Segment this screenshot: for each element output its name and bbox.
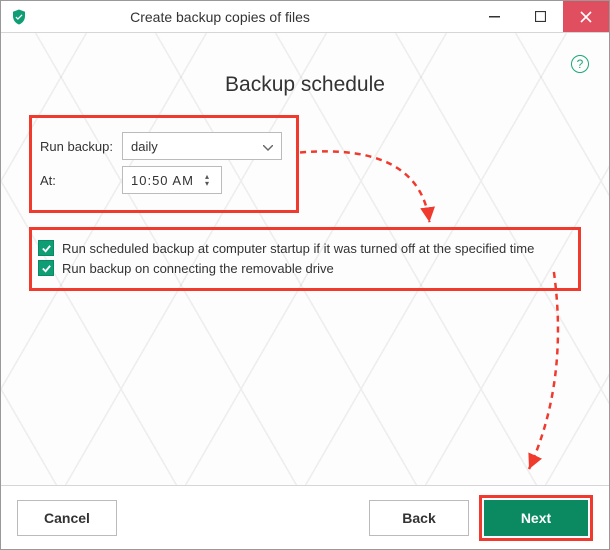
check-icon bbox=[41, 263, 52, 274]
removable-option-label: Run backup on connecting the removable d… bbox=[62, 261, 334, 276]
time-spinner[interactable]: ▴ ▾ bbox=[205, 173, 217, 187]
check-icon bbox=[41, 243, 52, 254]
cancel-button[interactable]: Cancel bbox=[17, 500, 117, 536]
startup-option-label: Run scheduled backup at computer startup… bbox=[62, 241, 534, 256]
time-value: 10:50 AM bbox=[131, 173, 205, 188]
chevron-down-icon: ▾ bbox=[205, 180, 217, 187]
close-button[interactable] bbox=[563, 1, 609, 32]
schedule-group-highlight: Run backup: daily At: 10:50 AM ▴ ▾ bbox=[29, 115, 299, 213]
at-label: At: bbox=[40, 173, 122, 188]
time-stepper[interactable]: 10:50 AM ▴ ▾ bbox=[122, 166, 222, 194]
startup-checkbox[interactable] bbox=[38, 240, 54, 256]
page-title: Backup schedule bbox=[29, 73, 581, 97]
removable-checkbox[interactable] bbox=[38, 260, 54, 276]
minimize-button[interactable] bbox=[471, 1, 517, 32]
minimize-icon bbox=[489, 11, 500, 22]
chevron-down-icon bbox=[263, 139, 273, 154]
removable-option-row: Run backup on connecting the removable d… bbox=[38, 260, 570, 276]
run-backup-label: Run backup: bbox=[40, 139, 122, 154]
window-frame: Create backup copies of files ? Backup s… bbox=[0, 0, 610, 550]
frequency-select[interactable]: daily bbox=[122, 132, 282, 160]
back-button[interactable]: Back bbox=[369, 500, 469, 536]
options-group-highlight: Run scheduled backup at computer startup… bbox=[29, 227, 581, 291]
next-button[interactable]: Next bbox=[484, 500, 588, 536]
window-title: Create backup copies of files bbox=[0, 9, 471, 25]
close-icon bbox=[580, 11, 592, 23]
content-area: ? Backup schedule Run backup: daily At: … bbox=[1, 33, 609, 485]
titlebar: Create backup copies of files bbox=[1, 1, 609, 33]
next-button-highlight: Next bbox=[479, 495, 593, 541]
maximize-icon bbox=[535, 11, 546, 22]
window-controls bbox=[471, 1, 609, 32]
maximize-button[interactable] bbox=[517, 1, 563, 32]
help-icon[interactable]: ? bbox=[571, 55, 589, 73]
startup-option-row: Run scheduled backup at computer startup… bbox=[38, 240, 570, 256]
frequency-value: daily bbox=[131, 139, 158, 154]
run-backup-row: Run backup: daily bbox=[40, 132, 286, 160]
footer: Cancel Back Next bbox=[1, 485, 609, 549]
time-row: At: 10:50 AM ▴ ▾ bbox=[40, 166, 286, 194]
